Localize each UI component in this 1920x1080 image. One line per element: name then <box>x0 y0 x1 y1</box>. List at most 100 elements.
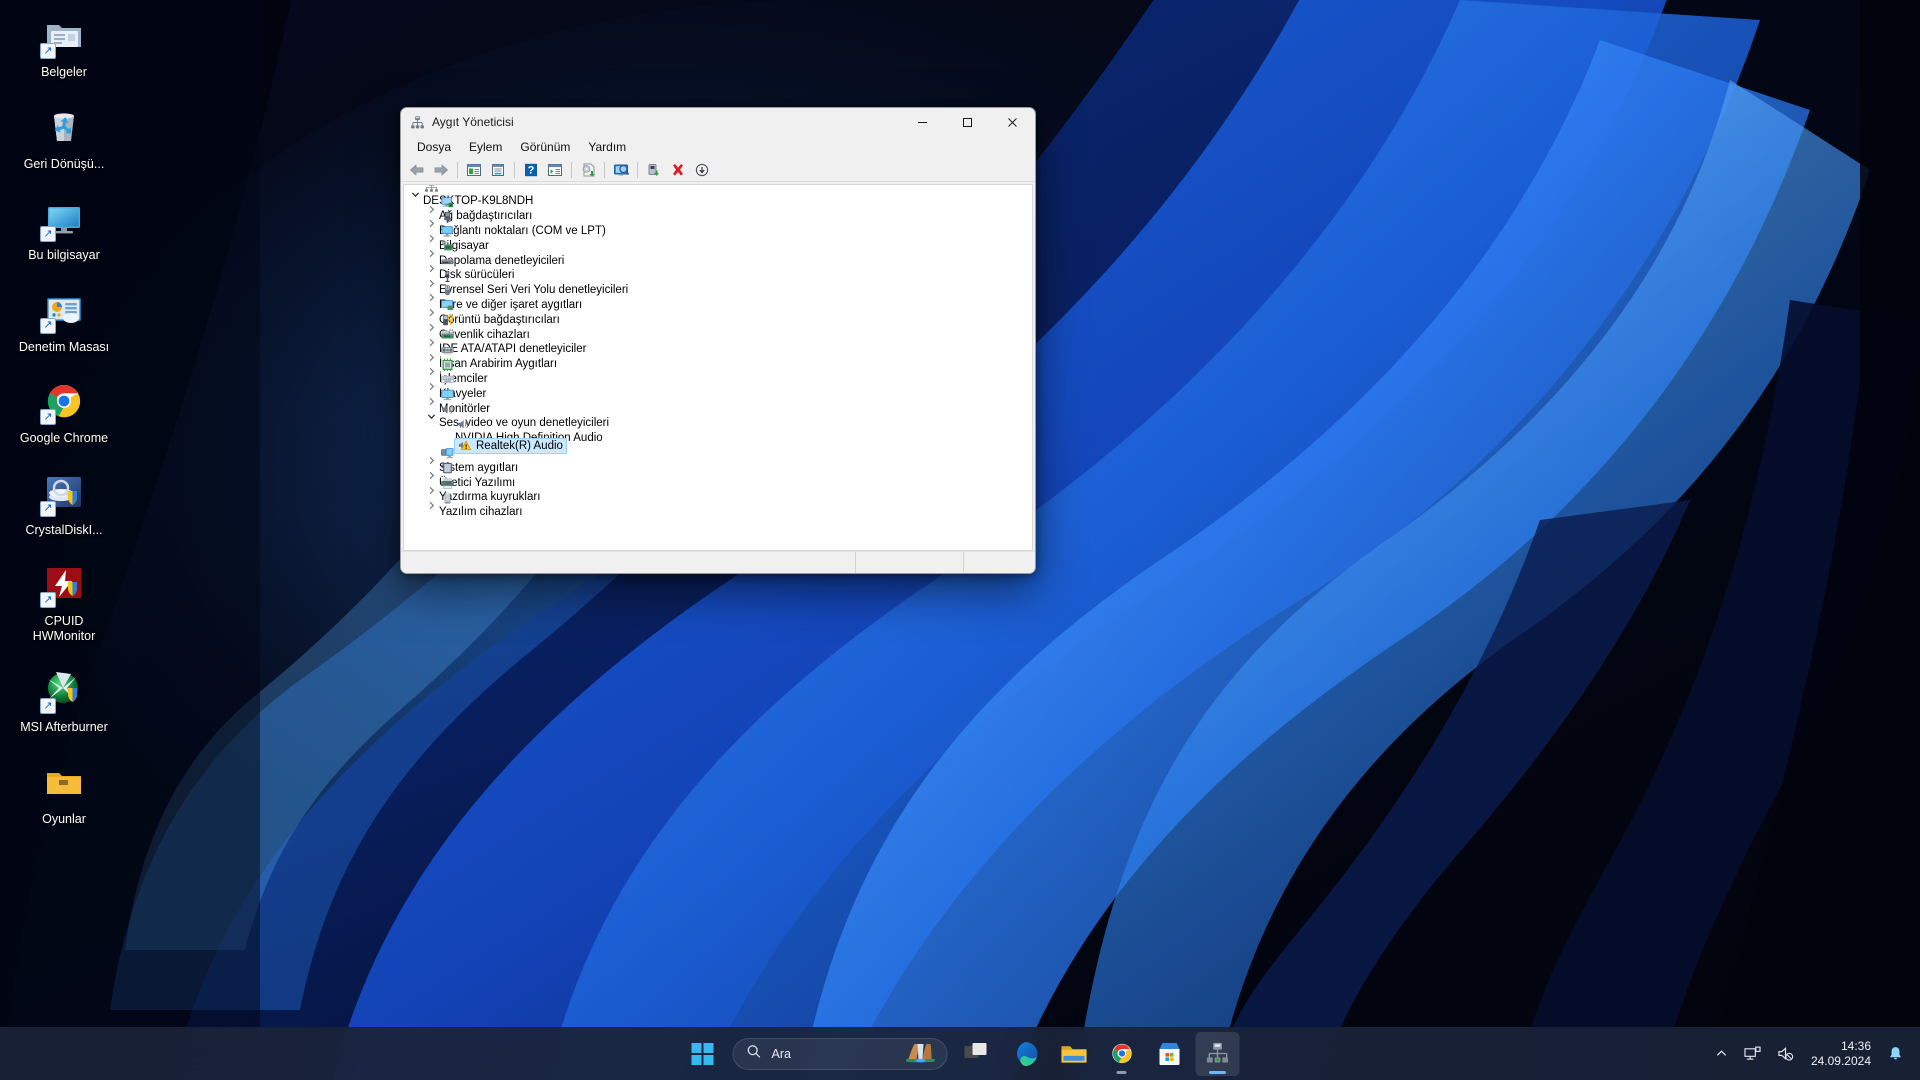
scan-hardware-button[interactable] <box>610 159 632 180</box>
chevron-right-icon[interactable] <box>424 454 439 468</box>
chevron-right-icon[interactable] <box>424 469 439 483</box>
menu-eylem[interactable]: Eylem <box>461 138 510 156</box>
minimize-button[interactable] <box>900 108 945 136</box>
chevron-right-icon[interactable] <box>424 202 439 216</box>
chevron-right-icon[interactable] <box>424 261 439 275</box>
properties-button[interactable] <box>487 159 509 180</box>
taskbar-clock[interactable]: 14:36 24.09.2024 <box>1803 1035 1879 1073</box>
display-adapter-icon <box>439 299 455 313</box>
tree-item-content: Yazılım cihazları <box>439 491 523 519</box>
device-tree[interactable]: DESKTOP-K9L8NDH Ağ bağdaştırıcıları Bağlan… <box>403 184 1033 551</box>
desktop-icon-oyunlar[interactable]: Oyunlar <box>10 753 118 831</box>
chevron-right-icon[interactable] <box>424 247 439 261</box>
chevron-right-icon[interactable] <box>424 365 439 379</box>
chevron-right-icon[interactable] <box>424 276 439 290</box>
device-manager-button[interactable] <box>1195 1031 1240 1076</box>
desktop-icon-crystaldiskinfo[interactable]: ↗ CrystalDiskI... <box>10 464 118 542</box>
maximize-button[interactable] <box>945 108 990 136</box>
file-explorer-button[interactable] <box>1052 1032 1096 1076</box>
uninstall-device-button[interactable] <box>667 159 689 180</box>
weather-widget-icon[interactable] <box>905 1039 937 1068</box>
google-chrome-button[interactable] <box>1100 1032 1144 1076</box>
chevron-right-icon[interactable] <box>424 483 439 497</box>
chevron-right-icon[interactable] <box>424 306 439 320</box>
volume-muted-icon[interactable] <box>1770 1040 1801 1067</box>
toolbar-separator <box>514 161 515 178</box>
search-icon <box>747 1044 762 1064</box>
computer-icon <box>439 225 455 239</box>
disable-device-button[interactable] <box>691 159 713 180</box>
keyboard-icon <box>439 373 455 387</box>
taskbar-center-group[interactable]: Ara <box>681 1027 1240 1080</box>
chevron-right-icon[interactable] <box>424 232 439 246</box>
security-device-icon <box>439 314 455 328</box>
chevron-right-icon[interactable] <box>424 217 439 231</box>
enable-device-button[interactable] <box>643 159 665 180</box>
tree-item[interactable]: Bağlantı noktaları (COM ve LPT) <box>404 211 1032 237</box>
task-view-button[interactable] <box>956 1032 1000 1076</box>
start-button[interactable] <box>681 1032 725 1076</box>
tree-item[interactable]: Yazılım cihazları <box>404 492 1032 518</box>
bell-icon[interactable] <box>1881 1040 1910 1067</box>
toolbar-separator <box>604 161 605 178</box>
desktop-icon-label: Oyunlar <box>42 811 86 826</box>
chevron-right-icon[interactable] <box>424 350 439 364</box>
desktop-icon-label: MSI Afterburner <box>20 720 108 734</box>
hwmonitor-icon: ↗ <box>40 561 87 608</box>
microsoft-edge-button[interactable] <box>1004 1032 1048 1076</box>
taskbar[interactable]: Ara 14:36 24.09.2024 <box>0 1027 1920 1080</box>
window-titlebar[interactable]: Aygıt Yöneticisi <box>401 108 1035 136</box>
desktop-icon-recycle-bin[interactable]: Geri Dönüşü... <box>10 98 118 176</box>
desktop[interactable]: ↗ Belgeler Geri Dönüşü... ↗ Bu bilgisaya… <box>0 0 1920 1080</box>
device-manager-window[interactable]: Aygıt Yöneticisi Dosya Eylem Görünüm Yar… <box>400 107 1036 574</box>
search-input[interactable]: Ara <box>732 1037 948 1070</box>
active-indicator <box>1209 1070 1226 1074</box>
menubar[interactable]: Dosya Eylem Görünüm Yardım <box>401 136 1035 158</box>
back-button[interactable] <box>406 159 428 180</box>
desktop-icon-label: Google Chrome <box>19 431 109 445</box>
chevron-right-icon[interactable] <box>424 335 439 349</box>
taskbar-tray[interactable]: 14:36 24.09.2024 <box>1708 1027 1920 1080</box>
device-manager-icon <box>409 114 425 130</box>
chevron-right-icon[interactable] <box>424 291 439 305</box>
tree-item[interactable]: Klavyeler <box>404 376 1032 400</box>
tree-item[interactable]: İnsan Arabirim Aygıtları <box>404 346 1032 370</box>
menu-yardim[interactable]: Yardım <box>580 138 634 156</box>
window-controls[interactable] <box>900 108 1035 136</box>
forward-button[interactable] <box>430 159 452 180</box>
usb-controller-icon <box>439 269 455 283</box>
desktop-icon-label: CPUID HWMonitor <box>32 614 96 643</box>
clock-time: 14:36 <box>1840 1038 1871 1053</box>
chevron-right-icon[interactable] <box>424 498 439 512</box>
update-driver-button[interactable] <box>577 159 599 180</box>
speaker-icon <box>455 417 471 431</box>
network-icon[interactable] <box>1737 1040 1768 1067</box>
toolbar[interactable]: ? <box>401 158 1035 182</box>
action-pane-button[interactable] <box>544 159 566 180</box>
desktop-icon-grid[interactable]: ↗ Belgeler Geri Dönüşü... ↗ Bu bilgisaya… <box>0 6 128 844</box>
statusbar-pane-3 <box>964 552 1035 573</box>
menu-gorunum[interactable]: Görünüm <box>512 138 578 156</box>
desktop-icon-belgeler[interactable]: ↗ Belgeler <box>10 6 118 84</box>
chevron-right-icon[interactable] <box>424 395 439 409</box>
chevron-down-icon[interactable] <box>408 187 423 201</box>
desktop-icon-msi-afterburner[interactable]: ↗ MSI Afterburner <box>10 661 118 739</box>
desktop-icon-control-panel[interactable]: ↗ Denetim Masası <box>10 281 118 359</box>
help-button[interactable]: ? <box>520 159 542 180</box>
desktop-icon-google-chrome[interactable]: ↗ Google Chrome <box>10 372 118 450</box>
toolbar-separator <box>637 161 638 178</box>
microsoft-store-button[interactable] <box>1148 1032 1192 1076</box>
tree-item[interactable]: NVIDIA High Definition Audio <box>404 419 1032 444</box>
control-panel-icon: ↗ <box>40 287 87 334</box>
menu-dosya[interactable]: Dosya <box>409 138 459 156</box>
console-tree-button[interactable] <box>463 159 485 180</box>
chevron-right-icon[interactable] <box>424 321 439 335</box>
firmware-icon <box>439 462 455 476</box>
chevron-up-icon[interactable] <box>1708 1041 1735 1066</box>
desktop-icon-hwmonitor[interactable]: ↗ CPUID HWMonitor <box>10 555 118 647</box>
chevron-right-icon[interactable] <box>424 380 439 394</box>
close-button[interactable] <box>990 108 1035 136</box>
chevron-down-icon[interactable] <box>424 409 439 423</box>
desktop-icon-this-pc[interactable]: ↗ Bu bilgisayar <box>10 189 118 267</box>
storage-controller-icon <box>439 240 455 254</box>
